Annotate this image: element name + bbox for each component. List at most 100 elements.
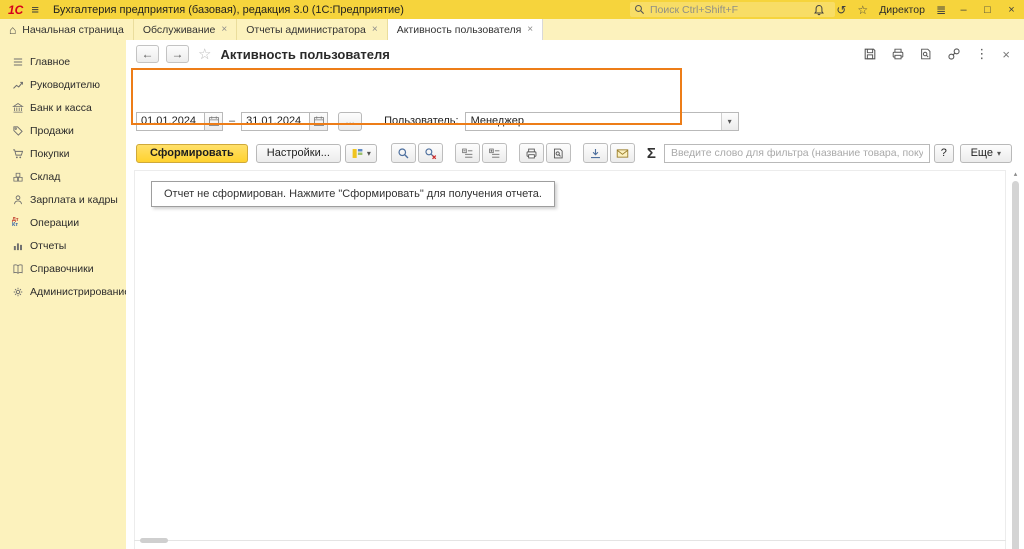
date-from-input[interactable] (136, 112, 204, 131)
date-from-calendar-button[interactable] (204, 112, 223, 131)
sidebar-item-directories[interactable]: Справочники (0, 257, 126, 280)
print-preview-button[interactable] (546, 143, 571, 163)
tab-maintenance[interactable]: Обслуживание × (134, 19, 237, 40)
history-icon[interactable]: ↺ (836, 4, 846, 16)
tab-close-icon[interactable]: × (372, 24, 378, 35)
date-to-calendar-button[interactable] (309, 112, 328, 131)
cancel-find-button[interactable] (418, 143, 443, 163)
user-combo-input[interactable] (466, 113, 721, 130)
sidebar-item-operations[interactable]: ДтКт Операции (0, 211, 126, 234)
magnifier-icon (397, 147, 410, 160)
report-period-row: – ... Пользователь: ▾ (126, 108, 1024, 134)
user-menu-icon[interactable]: ≣ (936, 4, 946, 16)
report-variant-icon (351, 147, 364, 160)
find-button[interactable] (391, 143, 416, 163)
user-filter-label: Пользователь: (384, 115, 458, 127)
notifications-bell-icon[interactable] (813, 4, 825, 16)
tab-close-icon[interactable]: × (527, 24, 533, 35)
menu-icon (12, 56, 24, 68)
save-icon[interactable] (863, 47, 877, 61)
tab-label: Обслуживание (143, 24, 216, 36)
collapse-groups-button[interactable] (455, 143, 480, 163)
form-header: ← → ☆ Активность пользователя ⋮ × (126, 40, 1024, 68)
date-to-input[interactable] (241, 112, 309, 131)
minimize-button[interactable]: – (957, 4, 970, 16)
favorites-star-icon[interactable]: ☆ (857, 4, 868, 16)
sum-toggle-icon[interactable]: Σ (647, 145, 656, 162)
global-search[interactable] (630, 2, 835, 17)
download-icon (589, 147, 602, 160)
close-form-icon[interactable]: × (1002, 47, 1010, 62)
generate-button[interactable]: Сформировать (136, 144, 248, 163)
report-not-generated-message: Отчет не сформирован. Нажмите "Сформиров… (151, 181, 555, 207)
report-variants-button[interactable]: ▾ (345, 144, 377, 163)
tab-bar: ⌂ Начальная страница Обслуживание × Отче… (0, 19, 1024, 40)
price-tag-icon (12, 125, 24, 137)
tab-home[interactable]: ⌂ Начальная страница (0, 19, 134, 40)
more-commands-icon[interactable]: ⋮ (975, 46, 988, 62)
sidebar-item-warehouse[interactable]: Склад (0, 165, 126, 188)
forward-arrow-icon: → (172, 47, 184, 61)
sidebar-item-payroll-hr[interactable]: Зарплата и кадры (0, 188, 126, 211)
chevron-down-icon: ▾ (997, 149, 1001, 158)
combo-dropdown-button[interactable]: ▾ (721, 113, 738, 130)
report-result-area: Отчет не сформирован. Нажмите "Сформиров… (134, 170, 1006, 549)
find-button-group (391, 143, 443, 163)
filter-words-input[interactable] (664, 144, 930, 163)
calendar-icon (208, 115, 220, 127)
title-bar: 1С ≡ Бухгалтерия предприятия (базовая), … (0, 0, 1024, 19)
tab-user-activity[interactable]: Активность пользователя × (388, 19, 543, 40)
sidebar-item-reports[interactable]: Отчеты (0, 234, 126, 257)
current-user[interactable]: Директор (879, 4, 925, 16)
main-menu-icon[interactable]: ≡ (31, 2, 39, 17)
send-email-button[interactable] (610, 143, 635, 163)
tab-close-icon[interactable]: × (221, 24, 227, 35)
save-report-button[interactable] (583, 143, 608, 163)
bar-chart-icon (12, 240, 24, 252)
forward-button[interactable]: → (166, 45, 189, 63)
expand-groups-icon (488, 147, 501, 160)
help-button[interactable]: ? (934, 144, 954, 163)
vertical-scroll-thumb[interactable] (1012, 181, 1019, 549)
sidebar-item-purchases[interactable]: Покупки (0, 142, 126, 165)
page-title: Активность пользователя (220, 47, 389, 62)
tab-admin-reports[interactable]: Отчеты администратора × (237, 19, 388, 40)
settings-button[interactable]: Настройки... (256, 144, 341, 163)
magnifier-cancel-icon (424, 147, 437, 160)
back-button[interactable]: ← (136, 45, 159, 63)
sidebar-item-main[interactable]: Главное (0, 50, 126, 73)
close-window-button[interactable]: × (1005, 4, 1018, 16)
period-options-button[interactable]: ... (338, 112, 362, 131)
horizontal-scroll-track (134, 540, 1006, 541)
tab-label: Отчеты администратора (246, 24, 366, 36)
sidebar-item-sales[interactable]: Продажи (0, 119, 126, 142)
trend-chart-icon (12, 79, 24, 91)
export-button-group (583, 143, 635, 163)
report-toolbar: Сформировать Настройки... ▾ (126, 140, 1024, 166)
maximize-button[interactable]: □ (981, 4, 994, 16)
sidebar-item-for-manager[interactable]: Руководителю (0, 73, 126, 96)
chevron-down-icon: ▾ (367, 149, 371, 158)
sidebar-item-administration[interactable]: Администрирование (0, 280, 126, 303)
global-search-input[interactable] (650, 4, 831, 16)
home-icon: ⌂ (9, 23, 16, 37)
horizontal-scroll-thumb[interactable] (140, 538, 168, 543)
back-arrow-icon: ← (142, 47, 154, 61)
preview-doc-icon (552, 147, 565, 160)
mail-icon (616, 147, 629, 160)
1c-logo: 1С (8, 3, 23, 17)
scroll-up-icon[interactable]: ▴ (1011, 170, 1020, 179)
boxes-icon (12, 171, 24, 183)
app-window: 1С ≡ Бухгалтерия предприятия (базовая), … (0, 0, 1024, 549)
sidebar-item-bank-cash[interactable]: Банк и касса (0, 96, 126, 119)
window-title: Бухгалтерия предприятия (базовая), редак… (53, 4, 404, 16)
vertical-scrollbar[interactable]: ▴ ▾ (1011, 170, 1020, 549)
print-icon[interactable] (891, 47, 905, 61)
expand-groups-button[interactable] (482, 143, 507, 163)
more-button[interactable]: Еще ▾ (960, 144, 1012, 163)
horizontal-scrollbar[interactable] (134, 537, 1006, 544)
get-link-icon[interactable] (947, 47, 961, 61)
print-report-button[interactable] (519, 143, 544, 163)
preview-icon[interactable] (919, 47, 933, 61)
add-to-favorites-icon[interactable]: ☆ (198, 45, 211, 63)
